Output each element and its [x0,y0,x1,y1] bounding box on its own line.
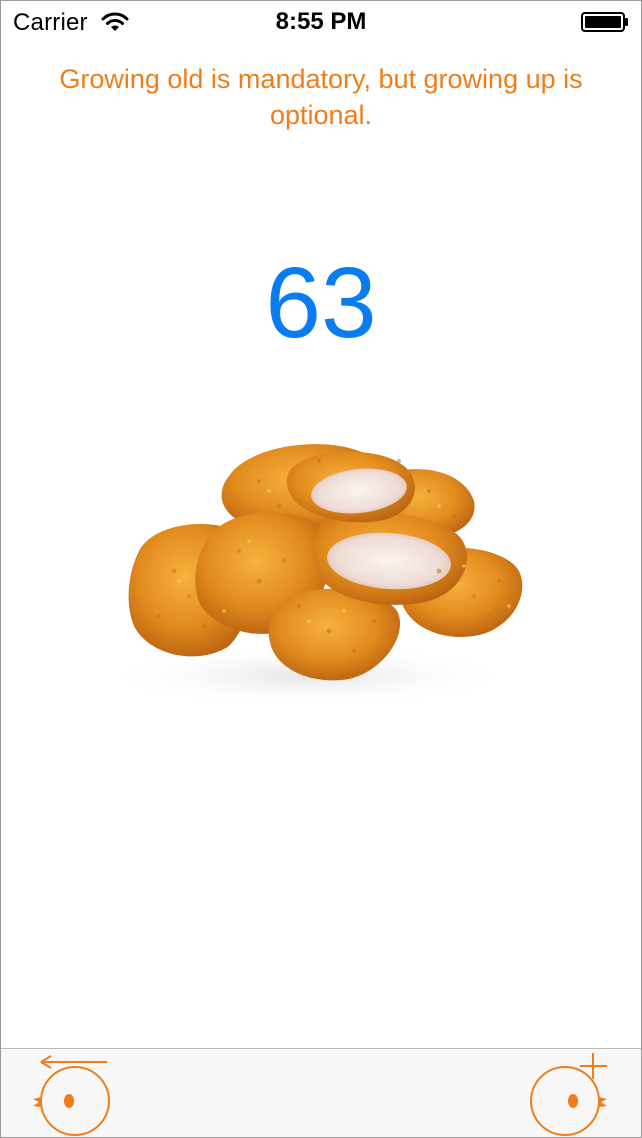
chick-plus-icon [530,1053,607,1136]
bottom-toolbar [1,1048,641,1137]
chick-back-arrow-icon [33,1055,110,1136]
counter-value: 63 [265,247,377,359]
status-time: 8:55 PM [275,8,367,35]
add-button[interactable] [523,1049,613,1137]
back-button[interactable] [29,1049,119,1137]
app-screen: Carrier 8:55 PM Growing old is mandatory… [0,0,642,1138]
quote-text: Growing old is mandatory, but growing up… [59,64,583,130]
status-bar: Carrier 8:55 PM [1,1,641,41]
battery-icon [581,12,628,32]
chicken-nuggets-image [99,444,523,706]
